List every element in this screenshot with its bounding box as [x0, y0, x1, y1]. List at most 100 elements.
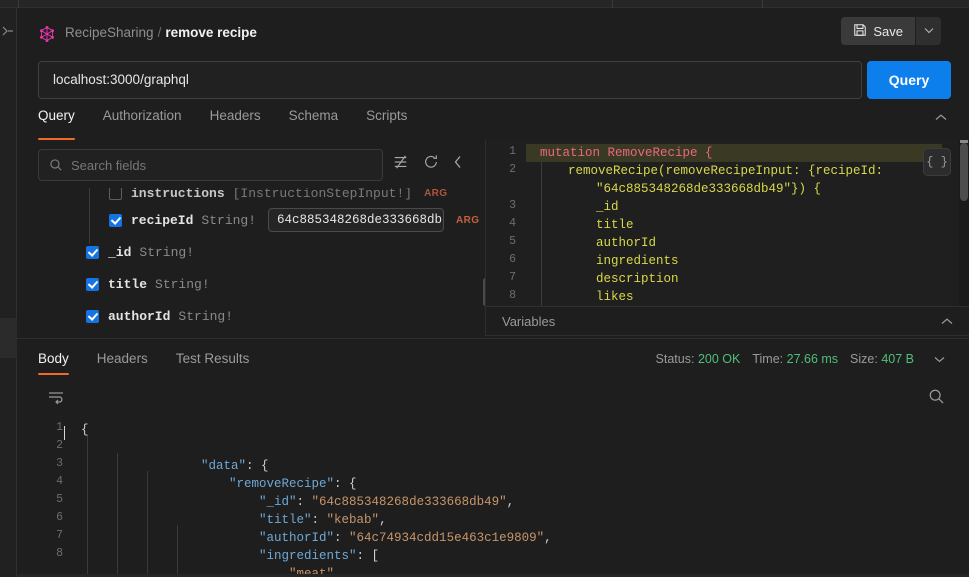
- field-checkbox[interactable]: [86, 277, 99, 291]
- chevron-down-icon[interactable]: [934, 355, 945, 366]
- chevron-up-icon[interactable]: [935, 112, 947, 124]
- editor-scrollbar-track[interactable]: [959, 140, 969, 306]
- rail-active-indicator: [0, 318, 17, 358]
- editor-code[interactable]: mutation RemoveRecipe { removeRecipe(rem…: [526, 140, 969, 306]
- search-fields-placeholder: Search fields: [71, 158, 147, 173]
- response-body[interactable]: 1 2 3 4 5 6 7 8 { "data": {"removeRecip…: [17, 417, 969, 577]
- sort-filter-icon[interactable]: [393, 154, 409, 175]
- url-input[interactable]: localhost:3000/graphql: [38, 61, 862, 99]
- tab-test-results[interactable]: Test Results: [176, 351, 250, 375]
- field-type: String!: [139, 244, 195, 260]
- response-gutter: 1 2 3 4 5 6 7 8: [17, 417, 75, 577]
- tree-guide-line: [89, 188, 90, 244]
- search-fields-input[interactable]: Search fields: [38, 149, 383, 181]
- time-label: Time:: [752, 352, 784, 366]
- breadcrumb-parent[interactable]: RecipeSharing: [65, 25, 154, 40]
- save-dropdown-button[interactable]: [915, 17, 941, 45]
- field-checkbox[interactable]: [86, 245, 99, 259]
- line-number: 7: [56, 529, 63, 542]
- graphql-query-editor[interactable]: 1 2 3 4 5 6 7 8 mutation RemoveRecipe { …: [486, 140, 969, 306]
- code-line: mutation RemoveRecipe {: [540, 146, 713, 160]
- line-number: 2: [509, 163, 516, 176]
- code-line: title: [596, 218, 634, 232]
- save-button-group: Save: [841, 17, 941, 45]
- field-row-id[interactable]: _id String!: [86, 241, 194, 263]
- field-checkbox[interactable]: [109, 188, 122, 200]
- variables-label: Variables: [502, 314, 556, 329]
- field-arg-tag: ARG: [456, 214, 480, 226]
- line-number: 7: [509, 271, 516, 284]
- chevron-left-icon[interactable]: [453, 155, 463, 174]
- field-arg-input[interactable]: 64c885348268de333668db: [268, 208, 445, 232]
- floppy-disk-icon: [853, 23, 867, 40]
- line-number: 2: [56, 439, 63, 452]
- breadcrumb-separator: /: [157, 25, 162, 40]
- line-number: 3: [509, 199, 516, 212]
- breadcrumb: RecipeSharing / remove recipe: [65, 24, 257, 42]
- editor-scrollbar-thumb[interactable]: [960, 143, 968, 201]
- tab-body[interactable]: Body: [38, 351, 69, 375]
- field-type: [InstructionStepInput!]: [232, 188, 413, 201]
- word-wrap-icon[interactable]: [47, 389, 65, 410]
- chevron-down-icon: [924, 26, 934, 37]
- line-number: 5: [56, 493, 63, 506]
- code-line: description: [596, 272, 679, 286]
- line-number: 1: [509, 145, 516, 158]
- tab-query[interactable]: Query: [38, 108, 75, 140]
- line-number: 8: [509, 289, 516, 302]
- line-number: 3: [56, 457, 63, 470]
- save-button[interactable]: Save: [841, 17, 915, 45]
- variables-bar[interactable]: Variables: [486, 306, 969, 336]
- tab-scripts[interactable]: Scripts: [366, 108, 407, 140]
- field-type: String!: [155, 276, 210, 292]
- refresh-icon[interactable]: [423, 154, 439, 175]
- prettify-button[interactable]: { }: [923, 148, 951, 176]
- request-header: RecipeSharing / remove recipe Save: [17, 8, 969, 52]
- json-punct: : [: [356, 549, 380, 563]
- status-value: 200 OK: [697, 352, 741, 366]
- field-name: _id: [108, 244, 132, 260]
- field-row-title[interactable]: title String!: [86, 273, 210, 295]
- chevron-up-icon[interactable]: [941, 316, 953, 328]
- search-icon[interactable]: [928, 388, 945, 410]
- query-button[interactable]: Query: [867, 61, 951, 99]
- json-line: {: [81, 423, 89, 437]
- code-line: ingredients: [596, 254, 679, 268]
- window-tab-strip: [0, 0, 969, 8]
- line-number: 4: [509, 217, 516, 230]
- chevron-collapse-icon[interactable]: [0, 24, 14, 38]
- request-tabs: Query Authorization Headers Schema Scrip…: [38, 108, 435, 140]
- field-row-instructions[interactable]: instructions [InstructionStepInput!] ARG: [109, 188, 447, 204]
- field-arg-tag: ARG: [424, 188, 448, 199]
- field-checkbox[interactable]: [109, 213, 122, 227]
- size-label: Size:: [850, 352, 878, 366]
- field-checkbox[interactable]: [86, 309, 99, 323]
- line-number: 8: [56, 547, 63, 560]
- json-punct: ,: [544, 531, 552, 545]
- text-cursor: [64, 426, 65, 440]
- main-panel: RecipeSharing / remove recipe Save local…: [17, 8, 969, 577]
- fields-toolbar: [393, 154, 463, 175]
- code-line: _id: [596, 200, 619, 214]
- code-line: authorId: [596, 236, 657, 250]
- status-label: Status:: [655, 352, 695, 366]
- tab-authorization[interactable]: Authorization: [103, 108, 182, 140]
- field-row-authorid[interactable]: authorId String!: [86, 305, 233, 327]
- tab-headers[interactable]: Headers: [210, 108, 261, 140]
- line-number: 6: [56, 511, 63, 524]
- tab-headers[interactable]: Headers: [97, 351, 148, 375]
- json-punct: ,: [506, 495, 515, 509]
- field-name: recipeId: [131, 212, 194, 228]
- code-line: "64c885348268de333668db49"}) {: [596, 182, 822, 196]
- field-type: String!: [201, 212, 257, 228]
- field-row-recipeid[interactable]: recipeId String! 64c885348268de333668db …: [109, 208, 480, 232]
- save-label: Save: [873, 23, 903, 39]
- fields-scrollbar[interactable]: [483, 278, 485, 306]
- code-line: likes: [596, 290, 634, 304]
- response-tabs: Body Headers Test Results: [38, 351, 277, 375]
- code-line: removeRecipe(removeRecipeInput: {recipeI…: [568, 164, 884, 178]
- field-name: instructions: [131, 188, 225, 201]
- response-panel: Body Headers Test Results Status: 200 OK…: [17, 338, 969, 577]
- tab-schema[interactable]: Schema: [289, 108, 339, 140]
- response-code[interactable]: { "data": { "removeRecipe": { "_id": "64…: [75, 417, 969, 577]
